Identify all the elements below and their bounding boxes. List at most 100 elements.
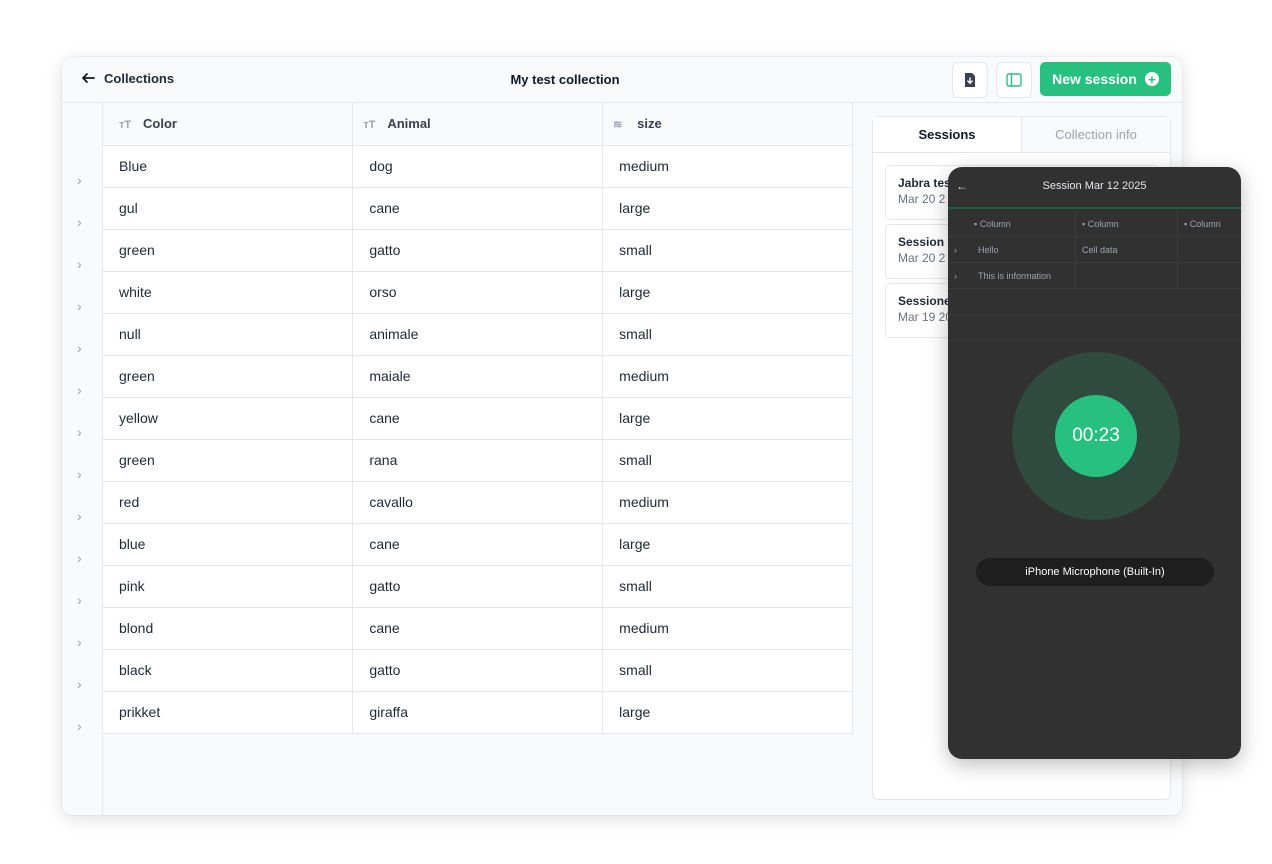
table-cell[interactable]: prikket [103, 691, 354, 734]
phone-table-header: ▪ Column ▪ Column ▪ Column [948, 211, 1241, 237]
table-row[interactable]: Blue dog medium [103, 145, 853, 188]
table-cell[interactable]: medium [602, 355, 853, 398]
column-header-color[interactable]: тТ Color [103, 103, 354, 146]
table-cell[interactable]: small [602, 649, 853, 692]
table-cell[interactable]: large [602, 397, 853, 440]
table-row[interactable]: black gatto small [103, 649, 853, 692]
phone-table-row[interactable]: › Hello Cell data [948, 237, 1241, 263]
export-button[interactable] [952, 62, 988, 98]
phone-cell[interactable]: Cell data [1076, 237, 1178, 263]
phone-recording-overlay: ← Session Mar 12 2025 ▪ Column ▪ Column … [948, 167, 1241, 759]
chevron-right-icon[interactable]: › [954, 263, 957, 289]
table-cell[interactable]: gatto [352, 565, 604, 608]
chevron-right-icon[interactable]: › [77, 257, 87, 271]
chevron-right-icon[interactable]: › [77, 467, 87, 481]
table-cell[interactable]: small [602, 229, 853, 272]
table-cell[interactable]: Blue [103, 145, 354, 188]
phone-column-header: ▪ Column [1184, 219, 1221, 229]
chevron-right-icon[interactable]: › [77, 635, 87, 649]
table-cell[interactable]: medium [602, 607, 853, 650]
table-cell[interactable]: small [602, 439, 853, 482]
table-header-row: тТ Color тТ Animal ≋ size [103, 103, 853, 146]
table-cell[interactable]: maiale [352, 355, 604, 398]
table-cell[interactable]: cane [352, 523, 604, 566]
table-row[interactable]: blond cane medium [103, 607, 853, 650]
new-session-button[interactable]: New session + [1040, 62, 1171, 96]
table-cell[interactable]: white [103, 271, 354, 314]
table-cell[interactable]: black [103, 649, 354, 692]
table-cell[interactable]: blue [103, 523, 354, 566]
table-cell[interactable]: green [103, 355, 354, 398]
table-row[interactable]: blue cane large [103, 523, 853, 566]
microphone-selector[interactable]: iPhone Microphone (Built-In) [976, 558, 1214, 586]
table-cell[interactable]: large [602, 691, 853, 734]
chevron-right-icon[interactable]: › [77, 383, 87, 397]
table-cell[interactable]: giraffa [352, 691, 604, 734]
text-icon: тТ [363, 118, 376, 131]
table-row[interactable]: green rana small [103, 439, 853, 482]
table-cell[interactable]: dog [352, 145, 604, 188]
column-header-size[interactable]: ≋ size [602, 103, 853, 146]
table-cell[interactable]: blond [103, 607, 354, 650]
table-row[interactable]: prikket giraffa large [103, 691, 853, 734]
toggle-sidebar-button[interactable] [996, 62, 1032, 98]
phone-table-row[interactable]: › This is information [948, 263, 1241, 289]
table-row[interactable]: white orso large [103, 271, 853, 314]
phone-cell[interactable]: This is information [972, 263, 1076, 289]
chevron-right-icon[interactable]: › [77, 299, 87, 313]
phone-header: ← Session Mar 12 2025 [948, 167, 1241, 209]
table-cell[interactable]: small [602, 565, 853, 608]
tab-collection-info[interactable]: Collection info [1021, 117, 1170, 152]
table-cell[interactable]: gatto [352, 229, 604, 272]
table-row[interactable]: green gatto small [103, 229, 853, 272]
table-cell[interactable]: null [103, 313, 354, 356]
chevron-right-icon[interactable]: › [77, 341, 87, 355]
phone-table: ▪ Column ▪ Column ▪ Column › Hello Cell … [948, 211, 1241, 341]
chevron-right-icon[interactable]: › [77, 551, 87, 565]
chevron-right-icon[interactable]: › [77, 593, 87, 607]
table-cell[interactable]: medium [602, 145, 853, 188]
collection-table: тТ Color тТ Animal ≋ size Blue dog medium gul… [103, 103, 853, 734]
chevron-right-icon[interactable]: › [954, 237, 957, 263]
page-title: My test collection [510, 72, 620, 87]
tab-sessions[interactable]: Sessions [873, 117, 1021, 152]
table-cell[interactable]: rana [352, 439, 604, 482]
recording-timer-button[interactable]: 00:23 [1055, 395, 1137, 477]
table-cell[interactable]: cane [352, 187, 604, 230]
table-cell[interactable]: animale [352, 313, 604, 356]
table-row[interactable]: yellow cane large [103, 397, 853, 440]
table-cell[interactable]: medium [602, 481, 853, 524]
chevron-right-icon[interactable]: › [77, 425, 87, 439]
table-cell[interactable]: large [602, 523, 853, 566]
chevron-right-icon[interactable]: › [77, 677, 87, 691]
table-cell[interactable]: cavallo [352, 481, 604, 524]
chevron-right-icon[interactable]: › [77, 173, 87, 187]
table-cell[interactable]: small [602, 313, 853, 356]
phone-cell[interactable]: Hello [972, 237, 1076, 263]
table-cell[interactable]: gul [103, 187, 354, 230]
text-icon: тТ [119, 118, 132, 131]
table-cell[interactable]: green [103, 229, 354, 272]
table-cell[interactable]: green [103, 439, 354, 482]
table-row[interactable]: red cavallo medium [103, 481, 853, 524]
table-row[interactable]: null animale small [103, 313, 853, 356]
table-cell[interactable]: gatto [352, 649, 604, 692]
table-cell[interactable]: yellow [103, 397, 354, 440]
table-cell[interactable]: large [602, 271, 853, 314]
chevron-right-icon[interactable]: › [77, 509, 87, 523]
column-header-animal[interactable]: тТ Animal [352, 103, 604, 146]
table-cell[interactable]: pink [103, 565, 354, 608]
table-cell[interactable]: cane [352, 397, 604, 440]
phone-column-header: ▪ Column [968, 211, 1076, 237]
phone-cell[interactable] [1076, 263, 1178, 289]
table-cell[interactable]: orso [352, 271, 604, 314]
chevron-right-icon[interactable]: › [77, 719, 87, 733]
table-row[interactable]: green maiale medium [103, 355, 853, 398]
table-cell[interactable]: cane [352, 607, 604, 650]
table-row[interactable]: pink gatto small [103, 565, 853, 608]
table-cell[interactable]: large [602, 187, 853, 230]
table-row[interactable]: gul cane large [103, 187, 853, 230]
phone-session-title: Session Mar 12 2025 [1042, 180, 1147, 192]
chevron-right-icon[interactable]: › [77, 215, 87, 229]
table-cell[interactable]: red [103, 481, 354, 524]
